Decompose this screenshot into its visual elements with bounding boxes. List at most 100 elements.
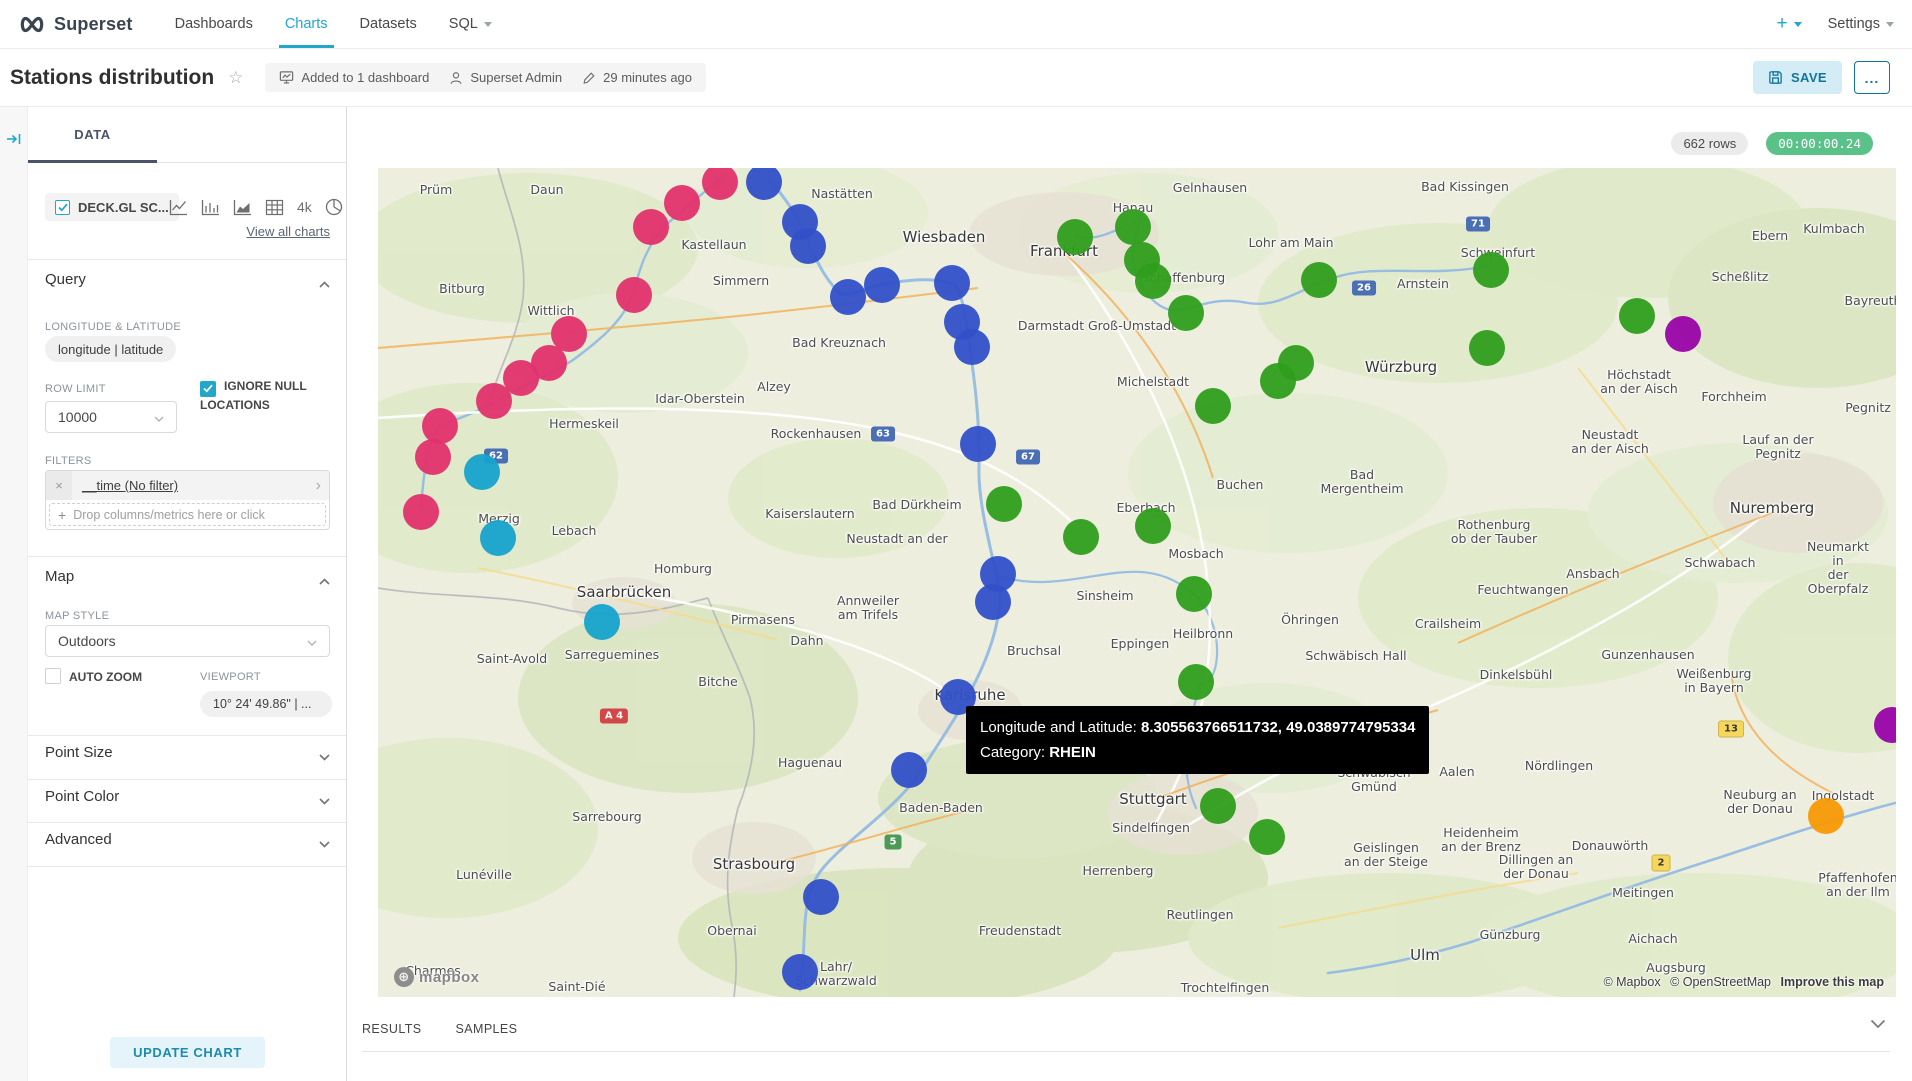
map-city-label: Aalen — [1439, 765, 1474, 779]
map-point[interactable] — [960, 426, 996, 462]
tooltip-coordinates: Longitude and Latitude: 8.30556376651173… — [980, 715, 1415, 740]
map-point[interactable] — [1135, 263, 1171, 299]
map-point[interactable] — [1808, 798, 1844, 834]
map-point[interactable] — [1665, 316, 1701, 352]
bar-chart-icon[interactable] — [201, 199, 220, 216]
save-button[interactable]: SAVE — [1753, 61, 1842, 94]
remove-filter-icon[interactable]: × — [46, 471, 72, 500]
attribution-mapbox[interactable]: © Mapbox — [1603, 975, 1660, 989]
tab-results[interactable]: RESULTS — [362, 1022, 422, 1036]
map-city-label: Augsburg — [1646, 961, 1706, 975]
last-modified[interactable]: 29 minutes ago — [582, 70, 692, 85]
filters-drop-zone[interactable]: + Drop columns/metrics here or click — [49, 503, 326, 526]
map-point[interactable] — [464, 454, 500, 490]
map-point[interactable] — [864, 267, 900, 303]
row-limit-value: 10000 — [58, 409, 97, 425]
attribution-osm[interactable]: © OpenStreetMap — [1670, 975, 1771, 989]
owner-label: Superset Admin — [470, 70, 562, 85]
table-icon[interactable] — [265, 199, 284, 216]
favorite-star-icon[interactable]: ☆ — [228, 68, 243, 88]
area-chart-icon[interactable] — [233, 199, 252, 216]
update-chart-button[interactable]: UPDATE CHART — [110, 1037, 265, 1068]
chevron-up-icon[interactable] — [319, 572, 330, 590]
map-point[interactable] — [403, 494, 439, 530]
map-point[interactable] — [1057, 219, 1093, 255]
filter-chip-time[interactable]: × __time (No filter) › — [46, 471, 329, 500]
map-point[interactable] — [803, 879, 839, 915]
map-point[interactable] — [934, 265, 970, 301]
chevron-down-icon[interactable] — [319, 835, 330, 853]
map-point[interactable] — [616, 277, 652, 313]
viz-4k-label[interactable]: 4k — [297, 199, 312, 215]
map-point[interactable] — [422, 408, 458, 444]
chevron-down-icon[interactable] — [319, 748, 330, 766]
viewport-value-chip[interactable]: 10° 24' 49.86" | ... — [200, 691, 332, 717]
map-point[interactable] — [986, 486, 1022, 522]
ignore-null-checkbox[interactable]: IGNORE NULL LOCATIONS — [200, 378, 338, 413]
deckgl-map[interactable]: PrümDaunNastättenGelnhausenBad Kissingen… — [378, 168, 1896, 997]
more-options-button[interactable]: ... — [1854, 61, 1890, 94]
improve-map-link[interactable]: Improve this map — [1781, 975, 1885, 989]
map-point[interactable] — [415, 439, 451, 475]
map-point[interactable] — [1249, 819, 1285, 855]
expand-panel-icon[interactable] — [6, 131, 22, 152]
mapbox-logo[interactable]: ⊕ mapbox — [394, 967, 480, 987]
collapse-results-icon[interactable] — [1870, 1016, 1886, 1034]
superset-logo[interactable]: Superset — [18, 0, 133, 48]
map-point[interactable] — [1178, 664, 1214, 700]
map-point[interactable] — [1168, 295, 1204, 331]
map-point[interactable] — [1135, 508, 1171, 544]
map-point[interactable] — [1473, 252, 1509, 288]
map-point[interactable] — [1063, 519, 1099, 555]
map-city-label: Mosbach — [1168, 547, 1223, 561]
map-point[interactable] — [782, 954, 818, 990]
map-point[interactable] — [954, 329, 990, 365]
map-point[interactable] — [1619, 298, 1655, 334]
view-all-charts-link[interactable]: View all charts — [246, 224, 330, 239]
row-limit-select[interactable]: 10000 — [45, 401, 177, 433]
section-point-color[interactable]: Point Color — [45, 788, 119, 805]
dashboard-count[interactable]: Added to 1 dashboard — [279, 70, 429, 85]
viz-type-chip[interactable]: DECK.GL SC... — [45, 193, 179, 221]
map-city-label: Kastellaun — [681, 238, 746, 252]
settings-menu[interactable]: Settings — [1828, 16, 1894, 32]
map-point[interactable] — [633, 209, 669, 245]
chevron-up-icon[interactable] — [319, 275, 330, 293]
map-point[interactable] — [1195, 388, 1231, 424]
lonlat-value-chip[interactable]: longitude | latitude — [45, 336, 176, 362]
tab-samples[interactable]: SAMPLES — [456, 1022, 518, 1036]
map-point[interactable] — [1200, 788, 1236, 824]
nav-dashboards[interactable]: Dashboards — [159, 0, 269, 48]
map-point[interactable] — [664, 185, 700, 221]
map-point[interactable] — [975, 584, 1011, 620]
map-point[interactable] — [790, 228, 826, 264]
map-point[interactable] — [1469, 330, 1505, 366]
line-chart-icon[interactable] — [169, 199, 188, 216]
auto-zoom-checkbox[interactable]: AUTO ZOOM — [45, 668, 142, 684]
section-point-size[interactable]: Point Size — [45, 744, 113, 761]
nav-sql[interactable]: SQL — [433, 0, 508, 48]
map-city-label: Neustadt an der — [846, 532, 947, 546]
map-point[interactable] — [1301, 262, 1337, 298]
chevron-down-icon[interactable] — [319, 792, 330, 810]
map-point[interactable] — [584, 604, 620, 640]
map-city-label: Weißenburg in Bayern — [1677, 667, 1752, 695]
map-point[interactable] — [891, 752, 927, 788]
nav-datasets[interactable]: Datasets — [344, 0, 433, 48]
map-point[interactable] — [476, 383, 512, 419]
map-style-select[interactable]: Outdoors — [45, 625, 330, 657]
map-point[interactable] — [1278, 345, 1314, 381]
map-city-label: Gunzenhausen — [1601, 648, 1694, 662]
map-point[interactable] — [830, 279, 866, 315]
map-city-label: Alzey — [757, 380, 791, 394]
pie-chart-icon[interactable] — [325, 198, 343, 216]
section-advanced[interactable]: Advanced — [45, 831, 112, 848]
map-point[interactable] — [1115, 209, 1151, 245]
chart-owner[interactable]: Superset Admin — [449, 70, 562, 85]
nav-charts[interactable]: Charts — [269, 0, 344, 48]
map-city-label: Öhringen — [1281, 613, 1339, 627]
tab-data[interactable]: DATA — [28, 107, 157, 163]
new-item-button[interactable]: + — [1776, 13, 1801, 35]
map-point[interactable] — [1176, 576, 1212, 612]
map-point[interactable] — [480, 520, 516, 556]
